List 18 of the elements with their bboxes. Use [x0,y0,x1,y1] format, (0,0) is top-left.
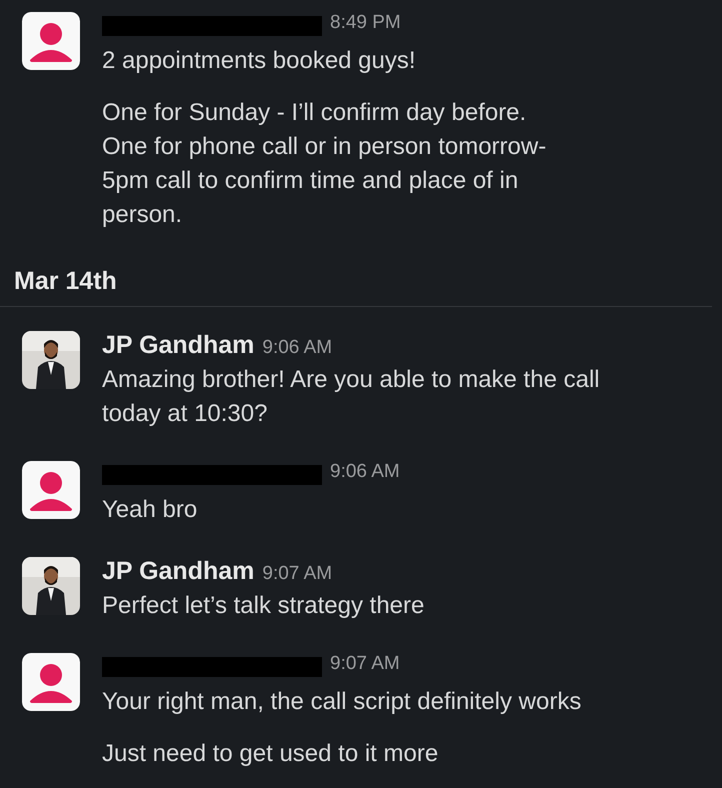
sender-name[interactable]: JP Gandham [102,331,254,360]
timestamp[interactable]: 8:49 PM [330,12,401,34]
timestamp[interactable]: 9:06 AM [330,461,400,483]
message-text: Yeah bro [102,495,198,525]
message-text: 2 appointments booked guys! [102,46,417,76]
timestamp[interactable]: 9:07 AM [262,563,332,585]
avatar-icon[interactable] [22,653,80,711]
date-divider: Mar 14th [13,266,118,296]
message-text: One for Sunday - I’ll confirm day before. One for phone call or in person tomorrow- 5pm call to confirm time and place of in person. [102,98,546,230]
avatar-icon[interactable] [22,461,80,519]
message-text: Perfect let’s talk strategy there [102,591,424,621]
timestamp[interactable]: 9:06 AM [262,337,332,359]
message-text: Amazing brother! Are you able to make the call today at 10:30? [102,365,600,429]
message-text: Just need to get used to it more [102,739,440,769]
message-text: Your right man, the call script definitely works [102,687,582,717]
sender-name[interactable]: JP Gandham [102,557,254,586]
timestamp[interactable]: 9:07 AM [330,653,400,675]
avatar-icon[interactable] [22,12,80,70]
